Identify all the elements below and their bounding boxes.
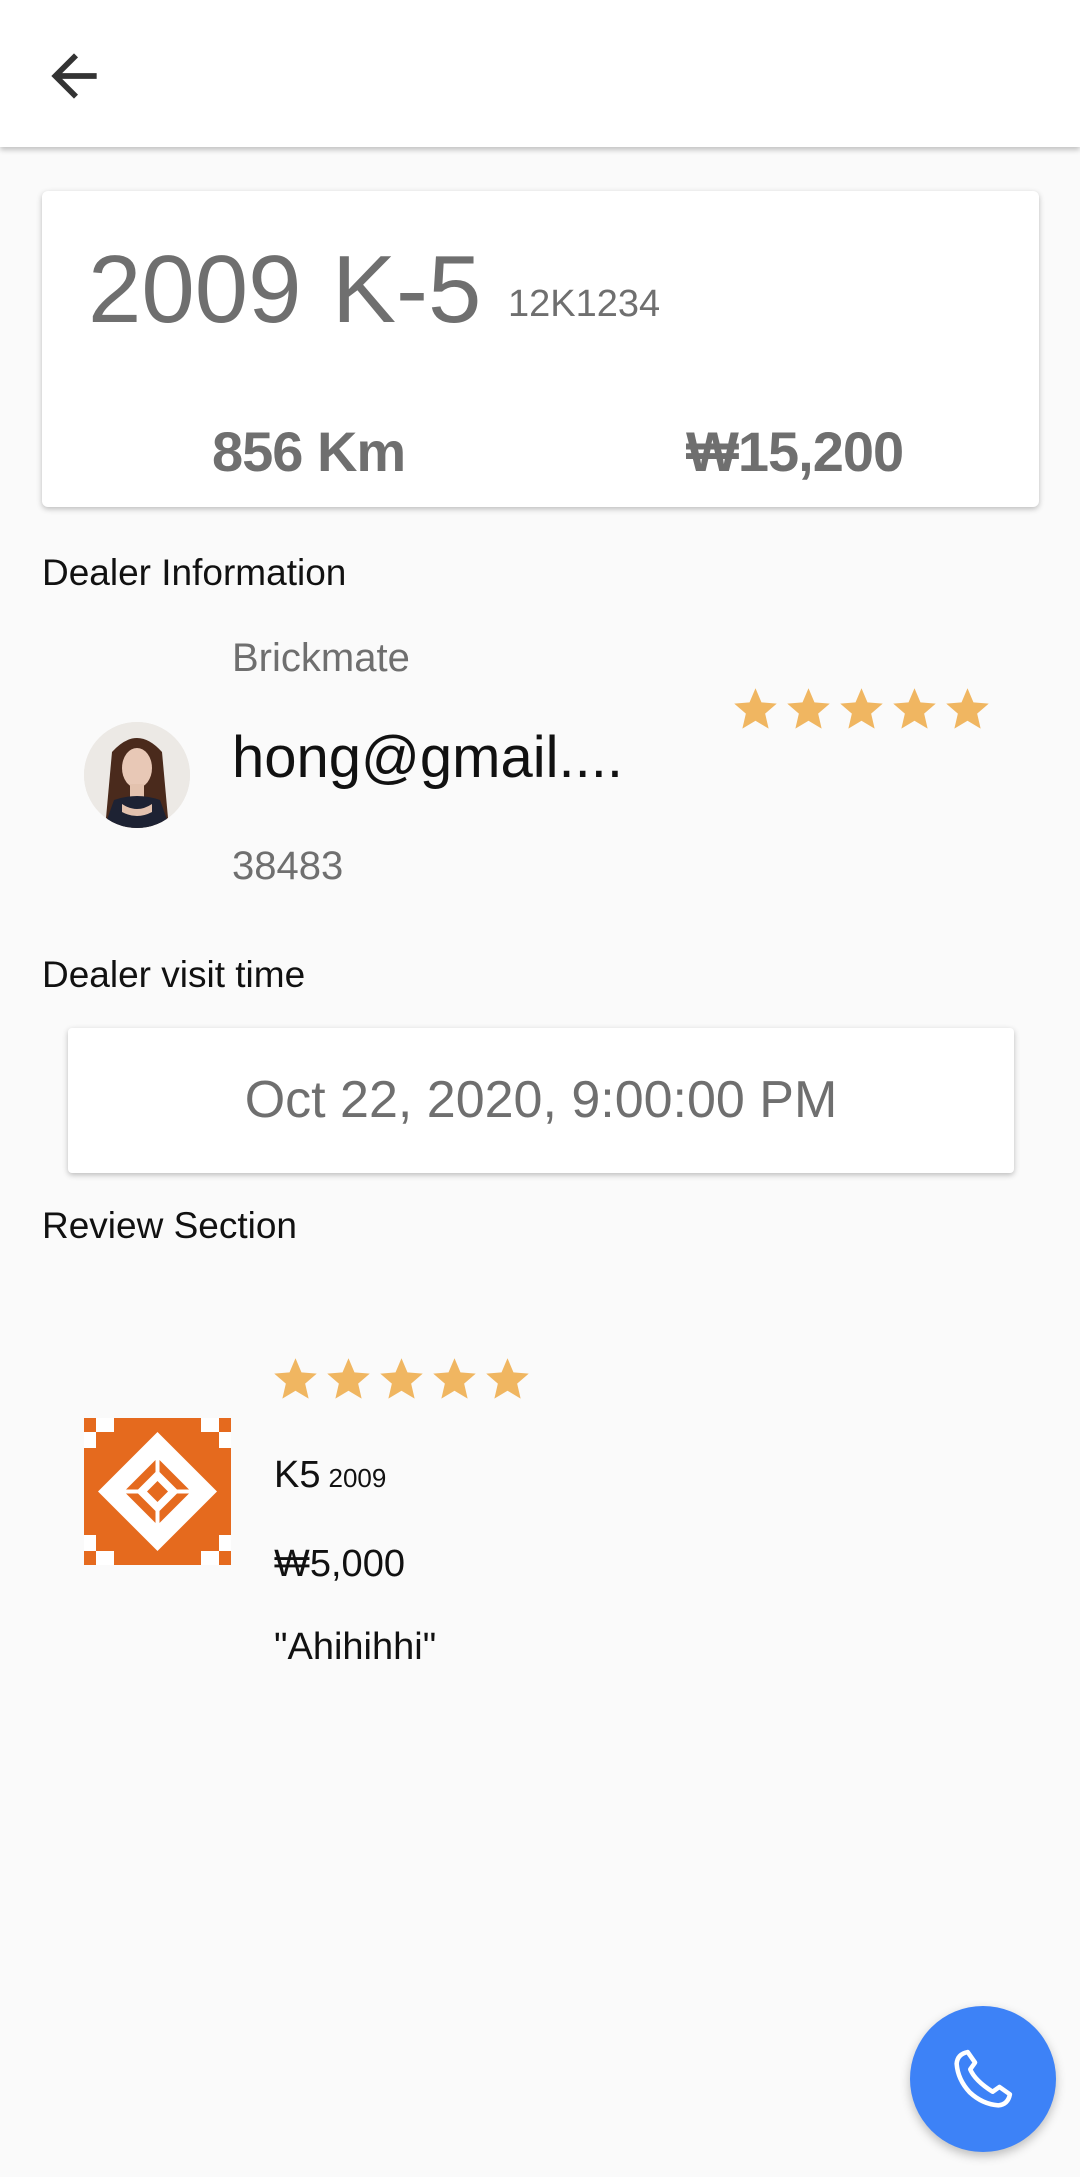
visit-time-heading: Dealer visit time	[42, 954, 306, 995]
star-icon	[486, 1358, 529, 1399]
dealer-code: 38483	[232, 844, 344, 888]
phone-icon	[954, 2049, 1013, 2108]
call-button[interactable]	[910, 2006, 1056, 2152]
car-year: 2009	[88, 236, 302, 343]
car-price: ₩15,200	[686, 420, 904, 483]
back-button[interactable]	[40, 42, 108, 110]
app-bar	[0, 0, 1080, 147]
car-model: K-5	[332, 236, 482, 343]
review-price: ₩5,000	[274, 1543, 405, 1585]
star-icon	[433, 1358, 476, 1399]
dealer-rating	[730, 684, 993, 735]
car-mileage: 856 Km	[212, 420, 406, 483]
review-comment: "Ahihihhi"	[274, 1626, 437, 1668]
dealer-company: Brickmate	[232, 636, 410, 680]
visit-datetime: Oct 22, 2020, 9:00:00 PM	[244, 1071, 838, 1129]
review-rating	[270, 1354, 533, 1405]
visit-time-card[interactable]: Oct 22, 2020, 9:00:00 PM	[68, 1028, 1014, 1173]
arrow-left-icon	[51, 53, 97, 99]
star-icon	[893, 688, 936, 729]
car-summary-card: 2009 K-5 12K1234 856 Km ₩15,200	[42, 191, 1039, 507]
star-icon	[946, 688, 989, 729]
star-icon	[734, 688, 777, 729]
car-plate: 12K1234	[508, 283, 661, 325]
star-icon	[327, 1358, 370, 1399]
review-model-name: K5	[274, 1454, 321, 1496]
star-icon	[787, 688, 830, 729]
star-icon	[274, 1358, 317, 1399]
review-car-year: 2009	[328, 1463, 387, 1493]
star-icon	[840, 688, 883, 729]
star-icon	[380, 1358, 423, 1399]
review-car-model: K5 2009	[274, 1454, 386, 1497]
review-thumbnail	[84, 1418, 231, 1565]
dealer-info-heading: Dealer Information	[42, 552, 347, 593]
dealer-avatar	[84, 722, 190, 828]
review-section-heading: Review Section	[42, 1205, 298, 1246]
dealer-email: hong@gmail....	[232, 725, 623, 790]
